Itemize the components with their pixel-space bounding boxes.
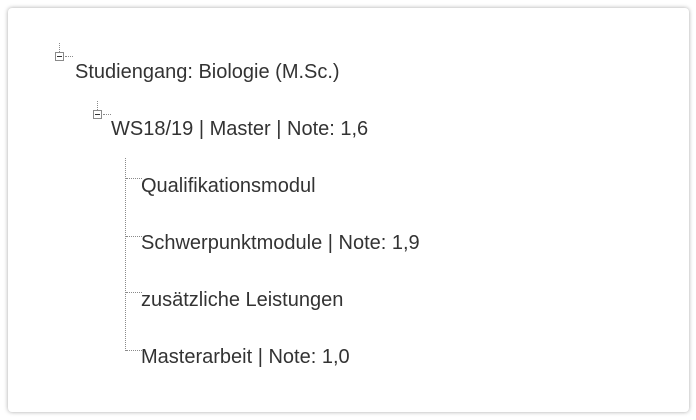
tree-node-studiengang[interactable]: Studiengang: Biologie (M.Sc.) [75,60,340,84]
study-tree: Studiengang: Biologie (M.Sc.) WS18/19 | … [8,8,689,412]
semester-connector-stub [97,101,98,110]
root-connector-stub [59,43,60,52]
collapse-minus-icon[interactable] [93,110,102,119]
tree-panel: Studiengang: Biologie (M.Sc.) WS18/19 | … [8,8,689,412]
tree-node-qualifikationsmodul[interactable]: Qualifikationsmodul [141,174,316,198]
semester-connector-horizontal [103,114,111,115]
module-connector-horizontal [126,350,142,351]
module-connector-horizontal [126,292,142,293]
tree-node-schwerpunktmodule[interactable]: Schwerpunktmodule | Note: 1,9 [141,231,420,255]
tree-node-zusaetzliche-leistungen[interactable]: zusätzliche Leistungen [141,288,343,312]
root-connector-horizontal [65,56,73,57]
module-connector-horizontal [126,178,142,179]
modules-connector-vertical [125,158,126,351]
tree-node-masterarbeit[interactable]: Masterarbeit | Note: 1,0 [141,345,350,369]
collapse-minus-icon[interactable] [55,52,64,61]
module-connector-horizontal [126,236,142,237]
tree-node-semester[interactable]: WS18/19 | Master | Note: 1,6 [111,117,368,141]
